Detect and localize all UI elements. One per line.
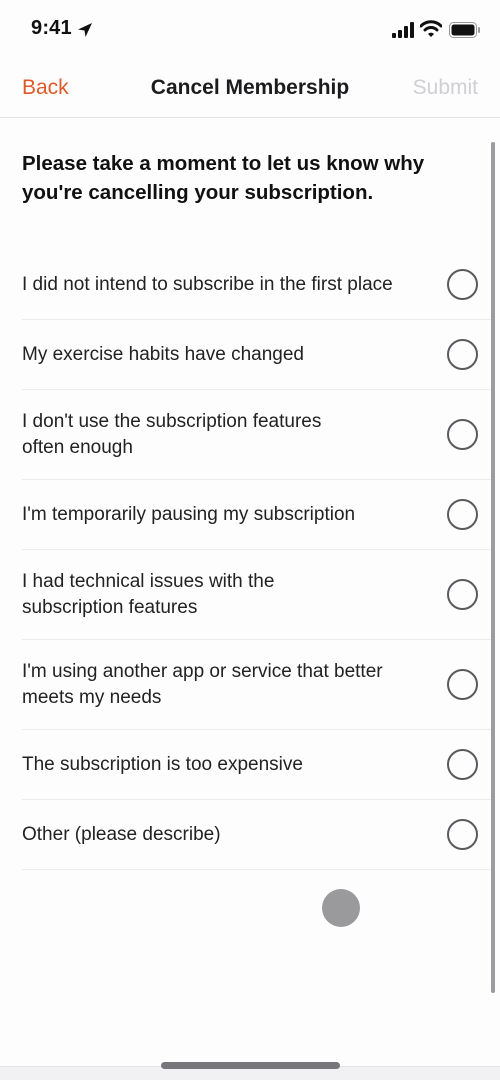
cancellation-form: Please take a moment to let us know why …: [0, 119, 500, 1064]
reason-option[interactable]: The subscription is too expensive: [22, 730, 494, 800]
reason-options-list: I did not intend to subscribe in the fir…: [0, 250, 500, 870]
reason-option-label: My exercise habits have changed: [22, 343, 304, 365]
reason-option-label: Other (please describe): [22, 823, 221, 845]
radio-button[interactable]: [447, 339, 478, 370]
reason-option[interactable]: Other (please describe): [22, 800, 494, 870]
home-indicator[interactable]: [161, 1062, 340, 1069]
form-prompt: Please take a moment to let us know why …: [22, 152, 425, 204]
reason-option[interactable]: My exercise habits have changed: [22, 320, 494, 390]
navigation-bar: Back Cancel Membership Submit: [0, 60, 500, 118]
reason-option[interactable]: I did not intend to subscribe in the fir…: [22, 250, 494, 320]
reason-option-label: I did not intend to subscribe in the fir…: [22, 273, 393, 295]
radio-button[interactable]: [447, 669, 478, 700]
radio-button[interactable]: [447, 819, 478, 850]
radio-button[interactable]: [447, 419, 478, 450]
cellular-signal-icon: [392, 22, 414, 38]
radio-button[interactable]: [447, 579, 478, 610]
reason-option[interactable]: I'm using another app or service that be…: [22, 640, 494, 730]
radio-button[interactable]: [447, 269, 478, 300]
wifi-icon: [420, 20, 442, 37]
reason-option-label: I'm using another app or service that be…: [22, 660, 383, 708]
battery-icon: [449, 22, 480, 38]
radio-button[interactable]: [447, 499, 478, 530]
reason-option-label: I'm temporarily pausing my subscription: [22, 503, 356, 525]
touch-indicator: [322, 889, 360, 927]
reason-option-label: I don't use the subscription features of…: [22, 410, 322, 458]
location-arrow-icon: [78, 23, 92, 37]
submit-button[interactable]: Submit: [413, 76, 478, 100]
reason-option[interactable]: I don't use the subscription features of…: [22, 390, 494, 480]
reason-option[interactable]: I had technical issues with the subscrip…: [22, 550, 494, 640]
radio-button[interactable]: [447, 749, 478, 780]
vertical-scrollbar[interactable]: [491, 142, 495, 993]
status-bar: 9:41: [0, 0, 500, 60]
status-time: 9:41: [31, 17, 72, 39]
reason-option-label: The subscription is too expensive: [22, 753, 303, 775]
reason-option[interactable]: I'm temporarily pausing my subscription: [22, 480, 494, 550]
reason-option-label: I had technical issues with the subscrip…: [22, 570, 275, 618]
